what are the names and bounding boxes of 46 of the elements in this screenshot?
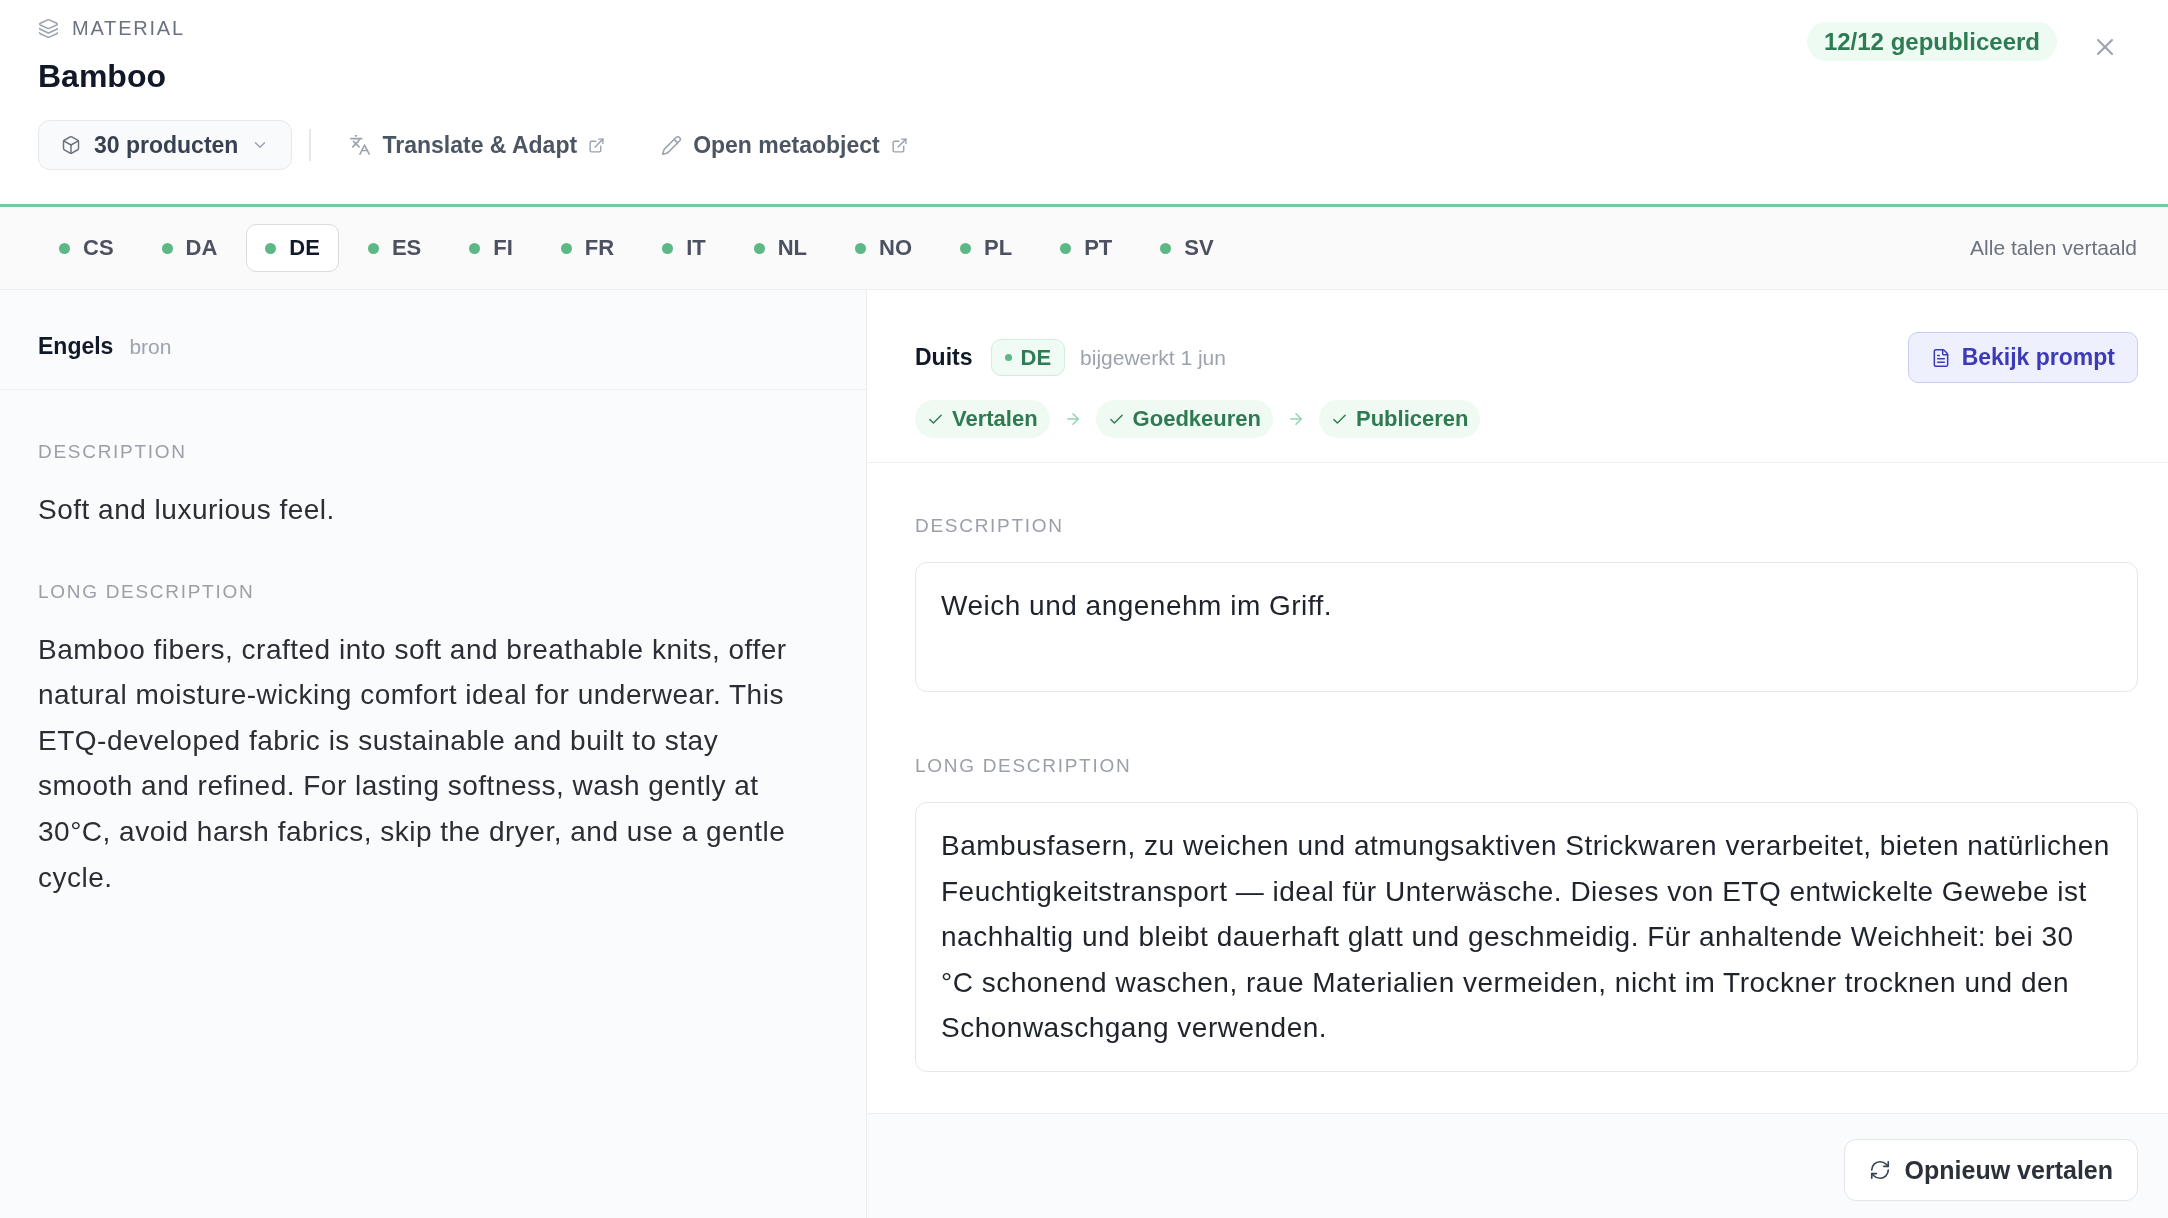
translate-adapt-link[interactable]: Translate & Adapt — [349, 131, 606, 159]
status-dot-icon — [1004, 354, 1012, 361]
source-language: Engels — [38, 333, 114, 360]
language-tab[interactable]: SV — [1141, 224, 1233, 272]
step-label: Publiceren — [1356, 406, 1469, 432]
source-text: Soft and luxurious feel. — [38, 493, 336, 527]
target-language: Duits — [915, 344, 973, 371]
external-link-icon — [588, 136, 606, 154]
refresh-icon — [1868, 1159, 1891, 1181]
language-tab[interactable]: CS — [40, 224, 133, 272]
language-tab[interactable]: PL — [941, 224, 1032, 272]
pencil-icon — [661, 134, 683, 156]
language-tab[interactable]: IT — [643, 224, 725, 272]
language-tab[interactable]: NL — [734, 224, 827, 272]
retranslate-button[interactable]: Opnieuw vertalen — [1843, 1139, 2138, 1201]
products-dropdown-button[interactable]: 30 producten — [38, 120, 293, 170]
translation-field[interactable]: Weich und angenehm im Griff. — [915, 562, 2138, 692]
language-tab[interactable]: NO — [836, 224, 932, 272]
field-label: LONG DESCRIPTION — [38, 579, 256, 604]
open-metaobject-link[interactable]: Open metaobject — [661, 131, 908, 159]
language-icon — [349, 134, 372, 156]
page-title: Bamboo — [38, 57, 166, 96]
language-tab[interactable]: FR — [541, 224, 634, 272]
step-label: Vertalen — [952, 406, 1038, 432]
source-text: Bamboo fibers, crafted into soft and breathable knits, offer natural moisture-wicking comfort ideal for underwear. This ETQ-developed fabric is sustainable and built to stay smooth and refined. For lasting softness, wash gently at 30°C, avoid harsh fabrics, skip the dryer, and use a gentle cycle. — [38, 632, 788, 895]
language-tab[interactable]: PT — [1041, 224, 1132, 272]
field-label: DESCRIPTION — [915, 514, 1065, 538]
arrow-right-icon — [1287, 410, 1305, 428]
field-label: LONG DESCRIPTION — [915, 754, 1133, 778]
step-label: Goedkeuren — [1132, 406, 1261, 432]
cube-icon — [61, 135, 81, 155]
translation-field[interactable]: Bambusfasern, zu weichen und atmungsaktiven Strickwaren verarbeitet, bieten natürlichen Feuchtigkeitstransport — ideal für Unterwäsche. Dieses von ETQ entwickelte Gewebe ist nachhaltig und bleibt dauerhaft glatt und geschmeidig. Für anhaltende Weichheit: bei 30 °C schonend waschen, raue Materialien vermeiden, nicht im Trockner trocknen und den Schonwaschgang verwenden. — [915, 802, 2138, 1072]
language-code: DE — [1020, 344, 1052, 371]
language-tab[interactable]: DE — [246, 224, 339, 272]
layers-icon — [38, 17, 59, 39]
language-tab[interactable]: FI — [450, 224, 532, 272]
external-link-icon — [890, 136, 908, 154]
updated-date: bijgewerkt 1 jun — [1080, 345, 1226, 370]
entity-type-label: MATERIAL — [72, 16, 185, 40]
language-tab[interactable]: ES — [348, 224, 441, 272]
translation-status-text: Alle talen vertaald — [1970, 236, 2137, 260]
publish-status-badge: 12/12 gepubliceerd — [1806, 22, 2057, 61]
view-prompt-button[interactable]: Bekijk prompt — [1907, 332, 2138, 383]
language-tab[interactable]: DA — [142, 224, 237, 272]
field-label: DESCRIPTION — [38, 440, 188, 464]
source-tag: bron — [129, 334, 172, 359]
